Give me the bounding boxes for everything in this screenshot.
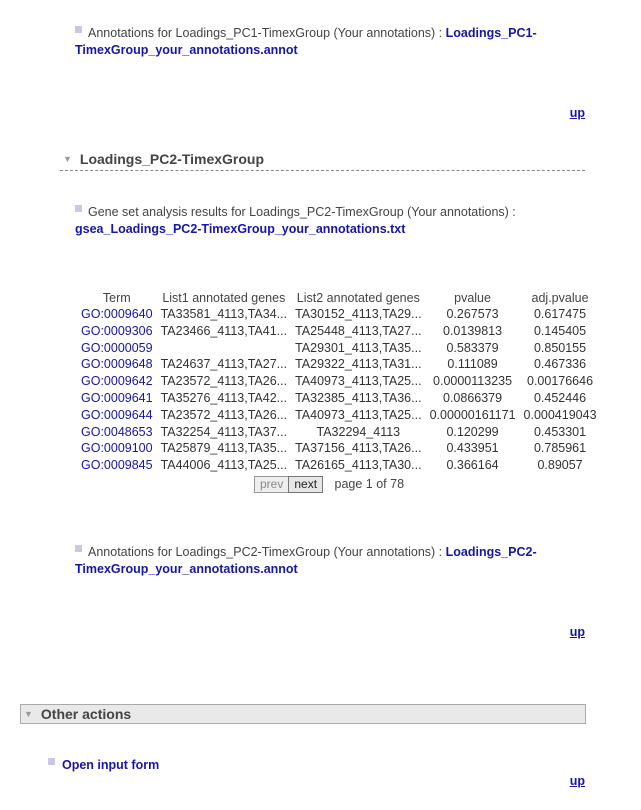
- bullet-icon: [48, 758, 55, 765]
- column-header-pvalue: pvalue: [454, 291, 491, 305]
- list2-genes: TA37156_4113,TA26...: [295, 441, 422, 456]
- table-row: GO:0009641 TA35276_4113,TA42... TA32385_41…: [77, 390, 601, 407]
- list1-genes: TA35276_4113,TA42...: [160, 390, 288, 405]
- results-table: Term List1 annotated genes List2 annotat…: [77, 270, 601, 474]
- bullet-icon: [75, 545, 82, 552]
- pvalue: 0.120299: [446, 424, 499, 439]
- go-term-link[interactable]: GO:0009100: [81, 441, 153, 455]
- next-button[interactable]: next: [288, 476, 324, 493]
- pvalue: 0.00000161171: [429, 407, 516, 422]
- list1-genes: [157, 340, 291, 357]
- adj-pvalue: 0.453301: [533, 424, 587, 439]
- list2-genes: TA29301_4113,TA35...: [295, 340, 422, 355]
- pvalue: 0.583379: [446, 340, 499, 355]
- list2-genes: TA40973_4113,TA25...: [295, 407, 422, 422]
- up-link-2[interactable]: up: [570, 625, 585, 639]
- page-info: page 1 of 78: [334, 477, 405, 491]
- list1-genes: TA44006_4113,TA25...: [160, 458, 288, 473]
- go-term-link[interactable]: GO:0009642: [81, 374, 153, 388]
- pc2-annotations-label: Annotations for Loadings_PC2-TimexGroup …: [88, 545, 446, 559]
- list1-genes: TA25879_4113,TA35...: [160, 441, 288, 456]
- pvalue: 0.267573: [446, 307, 499, 321]
- list2-genes: TA30152_4113,TA29...: [295, 307, 422, 321]
- pc2-annotations-line: Annotations for Loadings_PC2-TimexGroup …: [75, 544, 575, 578]
- pvalue: 0.433951: [446, 441, 499, 456]
- column-header-term: Term: [102, 291, 131, 305]
- table-header-row: Term List1 annotated genes List2 annotat…: [77, 270, 601, 306]
- list1-genes: TA32254_4113,TA37...: [160, 424, 288, 439]
- table-row: GO:0009100 TA25879_4113,TA35... TA37156_41…: [77, 440, 601, 457]
- list1-genes: TA24637_4113,TA27...: [160, 357, 288, 372]
- list1-genes: TA23572_4113,TA26...: [160, 407, 288, 422]
- bullet-icon: [75, 205, 82, 212]
- pvalue: 0.366164: [446, 458, 499, 473]
- other-actions-header[interactable]: ▼ Other actions: [20, 704, 586, 724]
- table-row: GO:0009845 TA44006_4113,TA25... TA26165_41…: [77, 457, 601, 474]
- list2-genes: TA32385_4113,TA36...: [295, 390, 422, 405]
- adj-pvalue: 0.89057: [537, 458, 583, 473]
- go-term-link[interactable]: GO:0000059: [81, 341, 153, 355]
- open-input-form-line: Open input form: [48, 757, 159, 774]
- go-term-link[interactable]: GO:0009640: [81, 307, 153, 321]
- go-term-link[interactable]: GO:0048653: [81, 425, 153, 439]
- list2-genes: TA40973_4113,TA25...: [295, 374, 422, 389]
- up-link-3[interactable]: up: [570, 774, 585, 788]
- list1-genes: TA23466_4113,TA41...: [160, 323, 288, 338]
- go-term-link[interactable]: GO:0009641: [81, 391, 153, 405]
- go-term-link[interactable]: GO:0009845: [81, 458, 153, 472]
- results-table-container: Term List1 annotated genes List2 annotat…: [77, 270, 601, 474]
- list2-genes: TA29322_4113,TA31...: [295, 357, 422, 372]
- adj-pvalue: 0.145405: [533, 323, 587, 338]
- prev-button[interactable]: prev: [254, 476, 290, 493]
- go-term-link[interactable]: GO:0009648: [81, 357, 153, 371]
- table-row: GO:0009648 TA24637_4113,TA27... TA29322_41…: [77, 356, 601, 373]
- go-term-link[interactable]: GO:0009644: [81, 408, 153, 422]
- pvalue: 0.0866379: [443, 390, 503, 405]
- adj-pvalue: 0.467336: [533, 357, 587, 372]
- table-row: GO:0009306 TA23466_4113,TA41... TA25448_41…: [77, 323, 601, 340]
- column-header-adj-pvalue: adj.pvalue: [531, 291, 589, 305]
- table-row: GO:0048653 TA32254_4113,TA37... TA32294_41…: [77, 424, 601, 441]
- other-actions-title: Other actions: [40, 706, 132, 722]
- table-row: GO:0000059 TA29301_4113,TA35... 0.583379 0.…: [77, 340, 601, 357]
- gsea-results-line: Gene set analysis results for Loadings_P…: [75, 204, 575, 238]
- list2-genes: TA26165_4113,TA30...: [295, 458, 422, 473]
- adj-pvalue: 0.617475: [533, 307, 587, 321]
- up-link-1[interactable]: up: [570, 106, 585, 120]
- pvalue: 0.111089: [447, 357, 498, 372]
- column-header-list1: List1 annotated genes: [162, 291, 286, 305]
- collapse-triangle-icon[interactable]: ▼: [63, 154, 72, 164]
- list2-genes: TA32294_4113: [316, 424, 401, 439]
- adj-pvalue: 0.00176646: [527, 374, 594, 389]
- column-header-list2: List2 annotated genes: [296, 291, 420, 305]
- adj-pvalue: 0.850155: [533, 340, 587, 355]
- section-title: Loadings_PC2-TimexGroup: [79, 151, 265, 167]
- table-row: GO:0009642 TA23572_4113,TA26... TA40973_41…: [77, 373, 601, 390]
- pc1-annotations-label: Annotations for Loadings_PC1-TimexGroup …: [88, 26, 446, 40]
- pvalue: 0.0000113235: [433, 374, 513, 389]
- go-term-link[interactable]: GO:0009306: [81, 324, 153, 338]
- pagination: prev next page 1 of 78: [254, 476, 404, 493]
- adj-pvalue: 0.000419043: [523, 407, 597, 422]
- bullet-icon: [75, 26, 82, 33]
- list1-genes: TA33581_4113,TA34...: [160, 307, 288, 321]
- table-row: GO:0009640 TA33581_4113,TA34... TA30152_41…: [77, 306, 601, 323]
- gsea-results-link[interactable]: gsea_Loadings_PC2-TimexGroup_your_annota…: [75, 222, 405, 236]
- section-header-pc2[interactable]: ▼ Loadings_PC2-TimexGroup: [60, 151, 585, 171]
- pvalue: 0.0139813: [443, 323, 503, 338]
- open-input-form-link[interactable]: Open input form: [62, 758, 159, 772]
- collapse-triangle-icon[interactable]: ▼: [24, 705, 33, 723]
- pc1-annotations-line: Annotations for Loadings_PC1-TimexGroup …: [75, 25, 575, 59]
- table-row: GO:0009644 TA23572_4113,TA26... TA40973_41…: [77, 407, 601, 424]
- adj-pvalue: 0.785961: [533, 441, 587, 456]
- list2-genes: TA25448_4113,TA27...: [295, 323, 422, 338]
- adj-pvalue: 0.452446: [533, 390, 587, 405]
- list1-genes: TA23572_4113,TA26...: [160, 374, 288, 389]
- gsea-results-label: Gene set analysis results for Loadings_P…: [88, 205, 516, 219]
